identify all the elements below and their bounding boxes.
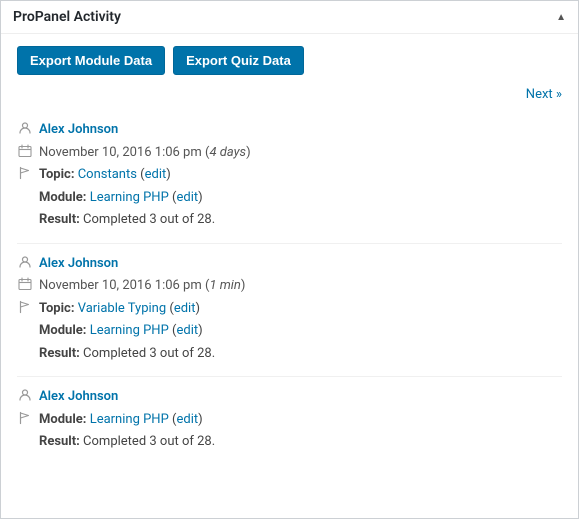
result-label: Result: <box>39 434 80 449</box>
calendar-icon <box>17 277 33 291</box>
user-row: Alex Johnson <box>17 387 562 407</box>
result-value: Completed 3 out of 28. <box>83 212 215 227</box>
result-value: Completed 3 out of 28. <box>83 434 215 449</box>
widget-header: ProPanel Activity ▲ <box>1 1 578 34</box>
timestamp-text: November 10, 2016 1:06 pm (1 min) <box>39 276 245 296</box>
module-link[interactable]: Learning PHP <box>90 190 169 205</box>
widget-title: ProPanel Activity <box>13 9 121 25</box>
export-buttons-row: Export Module Data Export Quiz Data <box>17 46 562 75</box>
pagination-row: Next » <box>17 87 562 102</box>
collapse-icon[interactable]: ▲ <box>556 12 566 23</box>
user-link[interactable]: Alex Johnson <box>39 122 118 137</box>
module-edit-link[interactable]: edit <box>176 412 198 427</box>
user-name: Alex Johnson <box>39 120 562 140</box>
propanel-activity-widget: ProPanel Activity ▲ Export Module Data E… <box>0 0 579 519</box>
duration-text: 1 min <box>209 278 240 293</box>
module-detail: Module: Learning PHP (edit) <box>39 321 562 341</box>
module-link[interactable]: Learning PHP <box>90 323 169 338</box>
activity-list: Alex Johnson November 10, 2016 1:06 pm (… <box>17 110 562 465</box>
user-link[interactable]: Alex Johnson <box>39 256 118 271</box>
user-name: Alex Johnson <box>39 387 562 407</box>
topic-row: Topic: Variable Typing (edit) <box>17 299 562 319</box>
module-detail: Module: Learning PHP (edit) <box>39 410 562 430</box>
flag-icon <box>17 300 33 314</box>
timestamp-row: November 10, 2016 1:06 pm (4 days) <box>17 143 562 163</box>
export-module-button[interactable]: Export Module Data <box>17 46 165 75</box>
activity-item: Alex Johnson November 10, 2016 1:06 pm (… <box>17 244 562 378</box>
topic-edit-link[interactable]: edit <box>145 167 167 182</box>
module-edit-link[interactable]: edit <box>176 190 198 205</box>
result-row: Result: Completed 3 out of 28. <box>17 432 562 452</box>
module-label: Module: <box>39 190 86 205</box>
module-row: Module: Learning PHP (edit) <box>17 188 562 208</box>
calendar-icon <box>17 144 33 158</box>
topic-edit-link[interactable]: edit <box>174 301 196 316</box>
activity-item: Alex Johnson November 10, 2016 1:06 pm (… <box>17 110 562 244</box>
result-row: Result: Completed 3 out of 28. <box>17 344 562 364</box>
result-value: Completed 3 out of 28. <box>83 346 215 361</box>
widget-body: Export Module Data Export Quiz Data Next… <box>1 34 578 477</box>
module-link[interactable]: Learning PHP <box>90 412 169 427</box>
duration-text: 4 days <box>209 145 246 160</box>
user-icon <box>17 388 33 402</box>
topic-detail: Topic: Constants (edit) <box>39 165 562 185</box>
result-row: Result: Completed 3 out of 28. <box>17 210 562 230</box>
user-row: Alex Johnson <box>17 120 562 140</box>
result-label: Result: <box>39 346 80 361</box>
topic-row: Topic: Constants (edit) <box>17 165 562 185</box>
module-detail: Module: Learning PHP (edit) <box>39 188 562 208</box>
module-label: Module: <box>39 323 86 338</box>
user-link[interactable]: Alex Johnson <box>39 389 118 404</box>
topic-label: Topic: <box>39 167 74 182</box>
next-page-link[interactable]: Next » <box>526 87 562 102</box>
flag-icon <box>17 411 33 425</box>
module-row: Module: Learning PHP (edit) <box>17 410 562 430</box>
user-row: Alex Johnson <box>17 254 562 274</box>
topic-link[interactable]: Constants <box>78 167 137 182</box>
result-detail: Result: Completed 3 out of 28. <box>39 210 562 230</box>
topic-label: Topic: <box>39 301 74 316</box>
result-label: Result: <box>39 212 80 227</box>
timestamp-row: November 10, 2016 1:06 pm (1 min) <box>17 276 562 296</box>
module-edit-link[interactable]: edit <box>176 323 198 338</box>
topic-detail: Topic: Variable Typing (edit) <box>39 299 562 319</box>
flag-icon <box>17 166 33 180</box>
user-icon <box>17 121 33 135</box>
module-label: Module: <box>39 412 86 427</box>
result-detail: Result: Completed 3 out of 28. <box>39 432 562 452</box>
module-row: Module: Learning PHP (edit) <box>17 321 562 341</box>
result-detail: Result: Completed 3 out of 28. <box>39 344 562 364</box>
timestamp-text: November 10, 2016 1:06 pm (4 days) <box>39 143 251 163</box>
activity-item: Alex Johnson Module: Learning PHP (edit) <box>17 377 562 465</box>
user-name: Alex Johnson <box>39 254 562 274</box>
export-quiz-button[interactable]: Export Quiz Data <box>173 46 304 75</box>
topic-link[interactable]: Variable Typing <box>78 301 166 316</box>
user-icon <box>17 255 33 269</box>
